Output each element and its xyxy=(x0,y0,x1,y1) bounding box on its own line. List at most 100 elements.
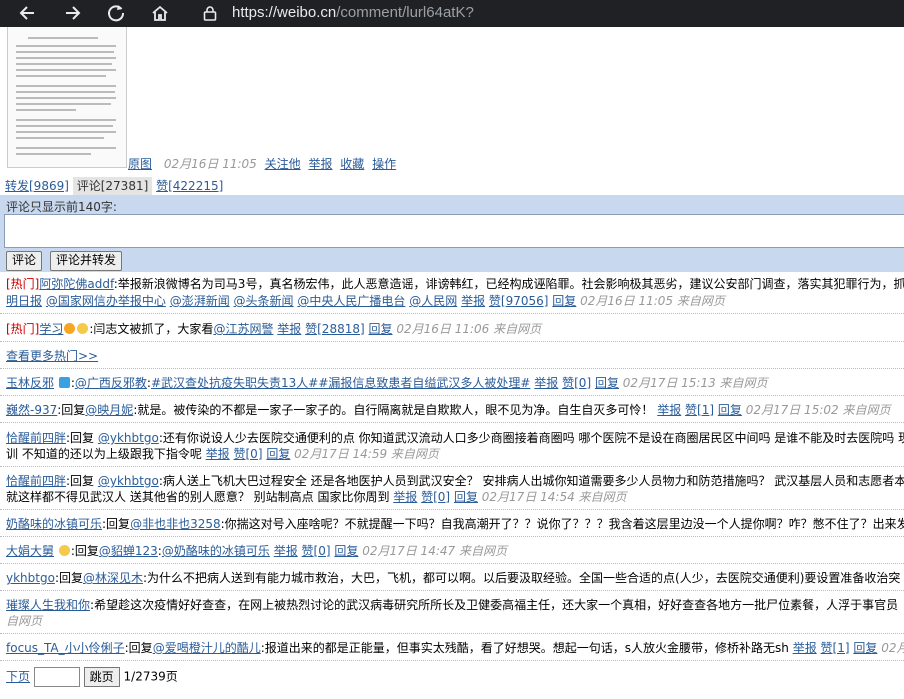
report-link[interactable]: 举报 xyxy=(534,376,558,390)
mention-link[interactable]: 明日报 xyxy=(6,294,42,308)
comment-button[interactable]: 评论 xyxy=(6,251,43,271)
comment-item: 恰醒前四胖:回复 @ykhbtgo:病人送上飞机大巴过程安全 还是各地医护人员到… xyxy=(6,473,904,489)
comment-prefix: :回复 xyxy=(66,431,98,445)
like-link[interactable]: 赞[1] xyxy=(821,641,850,655)
report-link[interactable]: 举报 xyxy=(657,403,681,417)
mention-link[interactable]: @人民网 xyxy=(409,294,457,308)
divider xyxy=(0,422,904,423)
hot-comment-line2: 明日报 @国家网信办举报中心 @澎湃新闻 @头条新闻 @中央人民广播电台 @人民… xyxy=(6,293,904,309)
comment-user[interactable]: 巍然-937 xyxy=(6,403,57,417)
like-link[interactable]: 赞[0] xyxy=(562,376,591,390)
like-link[interactable]: 赞[0] xyxy=(234,447,263,461)
comment-prefix: :回复 xyxy=(124,641,153,655)
next-page-link[interactable]: 下页 xyxy=(6,670,30,684)
comment-user[interactable]: 恰醒前四胖 xyxy=(6,431,66,445)
mention-link[interactable]: @ykhbtgo xyxy=(98,431,159,445)
original-image-link[interactable]: 原图 xyxy=(128,157,152,171)
comment-time: 自网页 xyxy=(6,614,43,628)
report-link[interactable]: 举报 xyxy=(393,490,417,504)
more-hot-link[interactable]: 查看更多热门>> xyxy=(6,349,98,363)
report-link[interactable]: 举报 xyxy=(277,322,301,336)
mention-link[interactable]: @国家网信办举报中心 xyxy=(46,294,166,308)
back-icon[interactable] xyxy=(16,2,40,24)
comment-time: 02月17日 xyxy=(881,641,904,655)
comment-item-line2: 自网页 xyxy=(6,613,904,629)
comment-user[interactable]: 大娟大舅 xyxy=(6,544,54,558)
report-link[interactable]: 举报 xyxy=(461,294,485,308)
favorite-link[interactable]: 收藏 xyxy=(340,157,364,171)
comment-item: 大娟大舅 :回复@貂蝉123:@奶酪味的冰镇可乐 举报 赞[0] 回复 02月1… xyxy=(6,543,904,559)
comment-text: 希望趁这次疫情好好查查，在网上被热烈讨论的武汉病毒研究所所长及卫健委高福主任，还… xyxy=(94,598,899,612)
forward-icon[interactable] xyxy=(60,2,84,24)
comment-user[interactable]: 学习 xyxy=(39,322,63,336)
comment-time: 02月16日 11:06 来自网页 xyxy=(396,322,542,336)
comment-user[interactable]: 璀璨人生我和你 xyxy=(6,598,90,612)
mention-link[interactable]: @广西反邪教 xyxy=(75,376,147,390)
jump-page-button[interactable]: 跳页 xyxy=(83,667,120,687)
comment-user[interactable]: focus_TA_小小伶俐子 xyxy=(6,641,125,655)
mention-link[interactable]: @映月妮 xyxy=(85,403,133,417)
reply-link[interactable]: 回复 xyxy=(454,490,478,504)
comment-time: 02月17日 14:54 来自网页 xyxy=(481,490,627,504)
mention-link[interactable]: @江苏网警 xyxy=(213,322,273,336)
comment-user[interactable]: 阿弥陀佛addf xyxy=(39,277,113,291)
tab-like[interactable]: 赞[422215] xyxy=(156,179,223,193)
comment-user[interactable]: 奶酪味的冰镇可乐 xyxy=(6,517,102,531)
like-link[interactable]: 赞[0] xyxy=(302,544,331,558)
mention-link[interactable]: @奶酪味的冰镇可乐 xyxy=(162,544,270,558)
reply-link[interactable]: 回复 xyxy=(853,641,877,655)
mention-link[interactable]: @头条新闻 xyxy=(234,294,294,308)
divider xyxy=(0,590,904,591)
comment-time: 02月17日 14:59 来自网页 xyxy=(294,447,439,461)
home-icon[interactable] xyxy=(148,2,172,24)
divider xyxy=(0,660,904,661)
comment-user[interactable]: 恰醒前四胖 xyxy=(6,474,66,488)
like-link[interactable]: 赞[1] xyxy=(685,403,714,417)
report-link[interactable]: 举报 xyxy=(206,447,230,461)
reply-link[interactable]: 回复 xyxy=(595,376,619,390)
hot-comment: [热门]阿弥陀佛addf:举报新浪微博名为司马3号，真名杨宏伟，此人恶意造谣，诽… xyxy=(6,276,904,292)
tab-comment[interactable]: 评论[27381] xyxy=(72,177,153,195)
post-image-thumbnail[interactable] xyxy=(7,27,127,168)
mention-link[interactable]: @林深见木 xyxy=(83,571,143,585)
comment-user[interactable]: 玉林反邪 xyxy=(6,376,54,390)
tab-repost[interactable]: 转发[9869] xyxy=(5,179,69,193)
comment-textarea[interactable] xyxy=(4,214,904,248)
comment-text: :你揣这对号入座啥呢？不就提醒一下吗？自我高潮开了？？说你了？？？我含着这层里边… xyxy=(220,517,904,531)
reply-link[interactable]: 回复 xyxy=(266,447,290,461)
comment-and-repost-button[interactable]: 评论并转发 xyxy=(50,251,123,271)
report-link[interactable]: 举报 xyxy=(308,157,332,171)
mention-link[interactable]: @貂蝉123 xyxy=(99,544,158,558)
smile-emoji-icon xyxy=(77,323,89,334)
comment-item: ykhbtgo:回复@林深见木:为什么不把病人送到有能力城市救治，大巴，飞机，都… xyxy=(6,570,904,586)
mention-link[interactable]: @ykhbtgo xyxy=(98,474,159,488)
reply-link[interactable]: 回复 xyxy=(334,544,358,558)
reply-link[interactable]: 回复 xyxy=(552,294,576,308)
comment-time: 02月16日 11:05 来自网页 xyxy=(580,294,725,308)
like-link[interactable]: 赞[97056] xyxy=(489,294,549,308)
reply-link[interactable]: 回复 xyxy=(369,322,393,336)
operate-link[interactable]: 操作 xyxy=(372,157,396,171)
lock-icon xyxy=(203,6,217,21)
mention-link[interactable]: @爱喝橙汁儿的酷儿 xyxy=(153,641,261,655)
page-number-input[interactable] xyxy=(33,667,80,687)
like-link[interactable]: 赞[28818] xyxy=(305,322,365,336)
follow-link[interactable]: 关注他 xyxy=(265,157,301,171)
comment-user[interactable]: ykhbtgo xyxy=(6,571,55,585)
comment-item: 奶酪味的冰镇可乐:回复@非也非也3258:你揣这对号入座啥呢？不就提醒一下吗？自… xyxy=(6,516,904,532)
like-link[interactable]: 赞[0] xyxy=(421,490,450,504)
mention-link[interactable]: @中央人民广播电台 xyxy=(297,294,405,308)
comment-prefix: :回复 xyxy=(102,517,131,531)
reply-link[interactable]: 回复 xyxy=(718,403,742,417)
address-bar[interactable]: https://weibo.cn/comment/lurl64atK? xyxy=(232,4,474,21)
topic-link[interactable]: #武汉查处抗疫失职失责13人##漏报信息致患者自缢武汉多人被处理# xyxy=(151,376,531,390)
mention-link[interactable]: @澎湃新闻 xyxy=(170,294,230,308)
pagination: 下页 跳页 1/2739页 xyxy=(6,667,178,687)
reload-icon[interactable] xyxy=(104,2,128,24)
comment-prefix: :回复 xyxy=(66,474,98,488)
report-link[interactable]: 举报 xyxy=(274,544,298,558)
divider xyxy=(0,313,904,314)
comment-text: :就是。被传染的不都是一家子一家子的。自行隔离就是自欺欺人，眼不见为净。自生自灭… xyxy=(133,403,658,417)
report-link[interactable]: 举报 xyxy=(793,641,817,655)
mention-link[interactable]: @非也非也3258 xyxy=(130,517,221,531)
